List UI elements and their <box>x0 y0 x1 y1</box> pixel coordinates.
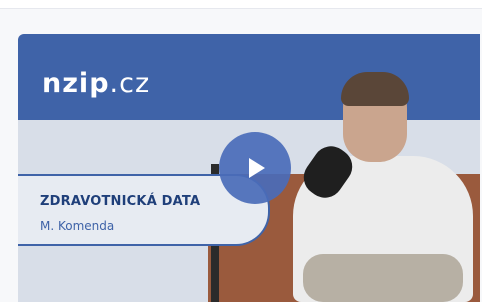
logo-suffix: .cz <box>109 68 151 99</box>
video-author: M. Komenda <box>40 219 115 233</box>
top-bar <box>0 0 482 9</box>
video-title: ZDRAVOTNICKÁ DATA <box>40 194 201 209</box>
video-thumbnail[interactable]: nzip.cz ZDRAVOTNICKÁ DATA M. Komenda <box>18 34 480 302</box>
speaker-pants <box>303 254 463 302</box>
logo-prefix: nzip <box>42 68 110 99</box>
play-icon <box>249 158 265 178</box>
nzip-logo: nzip.cz <box>42 70 150 97</box>
speaker-hair <box>341 72 409 106</box>
play-button[interactable] <box>219 132 291 204</box>
speaker-figure <box>273 72 480 302</box>
